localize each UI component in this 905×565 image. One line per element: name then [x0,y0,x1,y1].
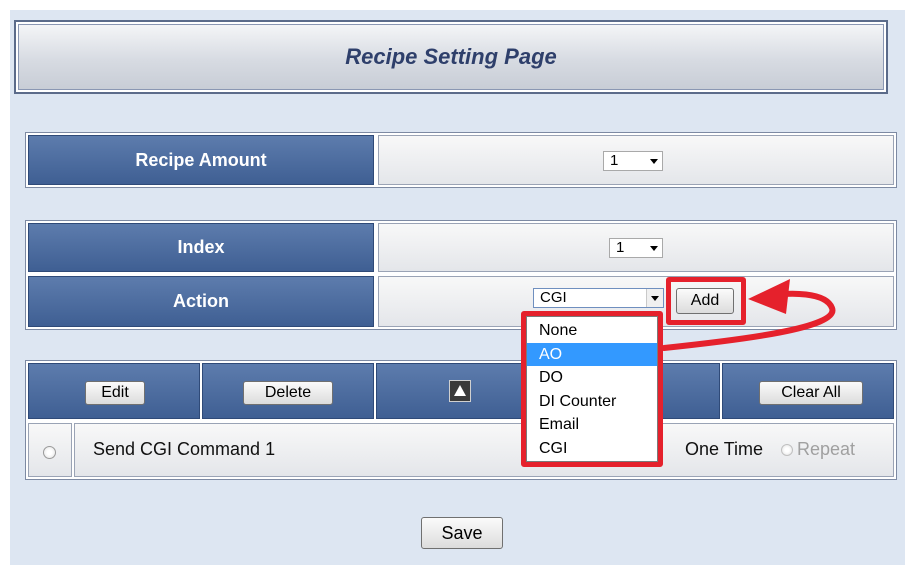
action-label: Action [28,276,374,327]
recipe-amount-value-cell: 1 [378,135,894,185]
action-item-label: Send CGI Command 1 [93,439,276,459]
dropdown-highlight [521,311,663,467]
edit-cell: Edit [28,363,200,419]
delete-cell: Delete [202,363,374,419]
move-up-button[interactable] [449,380,471,402]
index-select[interactable]: 1 [609,238,663,258]
delete-button[interactable]: Delete [243,381,333,405]
title-banner: Recipe Setting Page [14,20,888,94]
mode-one-time-label: One Time [685,439,764,459]
chevron-down-icon [650,246,658,251]
mode-repeat-radio[interactable] [781,444,793,456]
index-label: Index [28,223,374,272]
clear-all-cell: Clear All [722,363,894,419]
recipe-amount-label: Recipe Amount [28,135,374,185]
chevron-down-icon [650,159,658,164]
edit-button[interactable]: Edit [85,381,145,405]
recipe-amount-select[interactable]: 1 [603,151,663,171]
page-title: Recipe Setting Page [18,24,884,90]
action-list-table: Edit Delete Clear All Send CGI Command 1… [25,360,897,480]
clear-all-button[interactable]: Clear All [759,381,863,405]
list-radio-cell [28,423,72,477]
action-select[interactable]: CGI [533,288,664,308]
index-value-cell: 1 [378,223,894,272]
action-select-radio[interactable] [43,446,56,459]
red-arrow-icon [661,279,836,351]
mode-repeat-label: Repeat [797,439,856,459]
recipe-amount-table: Recipe Amount 1 [25,132,897,188]
table-row: Send CGI Command 1 One Time Repeat [74,423,894,477]
save-button[interactable]: Save [421,517,503,549]
triangle-up-icon [454,385,466,396]
